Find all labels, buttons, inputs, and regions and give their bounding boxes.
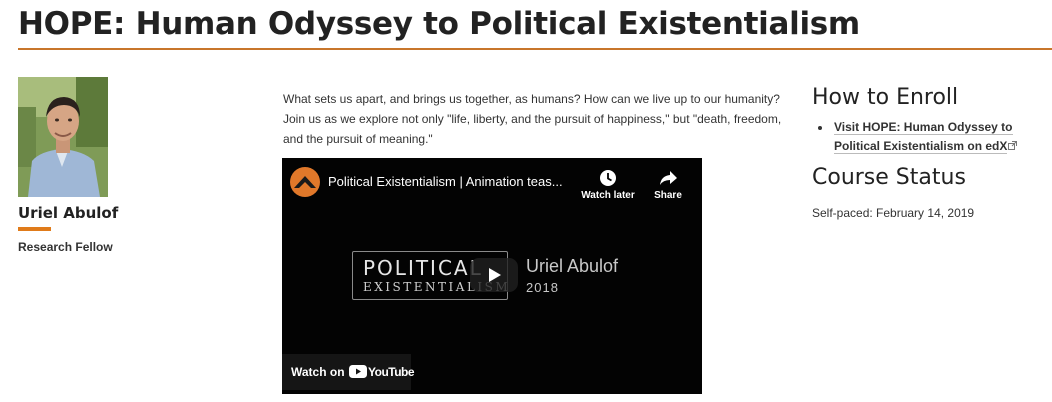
course-status-text: Self-paced: February 14, 2019 <box>812 206 975 220</box>
video-embed[interactable]: Political Existentialism | Animation tea… <box>282 158 702 394</box>
watch-later-button[interactable]: Watch later <box>578 168 638 201</box>
share-icon <box>638 168 698 188</box>
watch-later-label: Watch later <box>581 190 635 201</box>
thumbnail-year: 2018 <box>526 280 559 295</box>
watch-on-label: Watch on <box>291 365 345 379</box>
profile-photo <box>18 77 108 197</box>
external-link-icon <box>1008 137 1018 156</box>
name-underline <box>18 227 51 231</box>
list-item: Visit HOPE: Human Odyssey to Political E… <box>818 118 1052 156</box>
youtube-wordmark: YouTube <box>368 365 415 379</box>
play-icon <box>489 268 501 282</box>
enroll-heading: How to Enroll <box>812 85 959 110</box>
watch-on-youtube-button[interactable]: Watch on YouTube <box>282 354 415 390</box>
play-button[interactable] <box>470 258 518 292</box>
thumbnail-title-line1: POLITICAL <box>363 256 483 280</box>
clock-icon <box>578 168 638 188</box>
edx-enroll-link-label: Visit HOPE: Human Odyssey to Political E… <box>834 120 1013 153</box>
channel-avatar-icon[interactable] <box>290 167 320 197</box>
course-description: What sets us apart, and brings us togeth… <box>283 92 782 146</box>
person-name[interactable]: Uriel Abulof <box>18 204 118 222</box>
share-button[interactable]: Share <box>638 168 698 201</box>
video-title[interactable]: Political Existentialism | Animation tea… <box>328 174 563 189</box>
title-divider <box>18 48 1052 50</box>
youtube-logo-icon <box>349 365 367 378</box>
course-status-heading: Course Status <box>812 165 966 190</box>
person-role: Research Fellow <box>18 240 113 254</box>
page-title: HOPE: Human Odyssey to Political Existen… <box>18 6 860 42</box>
thumbnail-author: Uriel Abulof <box>526 256 619 276</box>
share-label: Share <box>654 190 682 201</box>
enroll-list: Visit HOPE: Human Odyssey to Political E… <box>818 118 1052 156</box>
edx-enroll-link[interactable]: Visit HOPE: Human Odyssey to Political E… <box>834 120 1013 154</box>
